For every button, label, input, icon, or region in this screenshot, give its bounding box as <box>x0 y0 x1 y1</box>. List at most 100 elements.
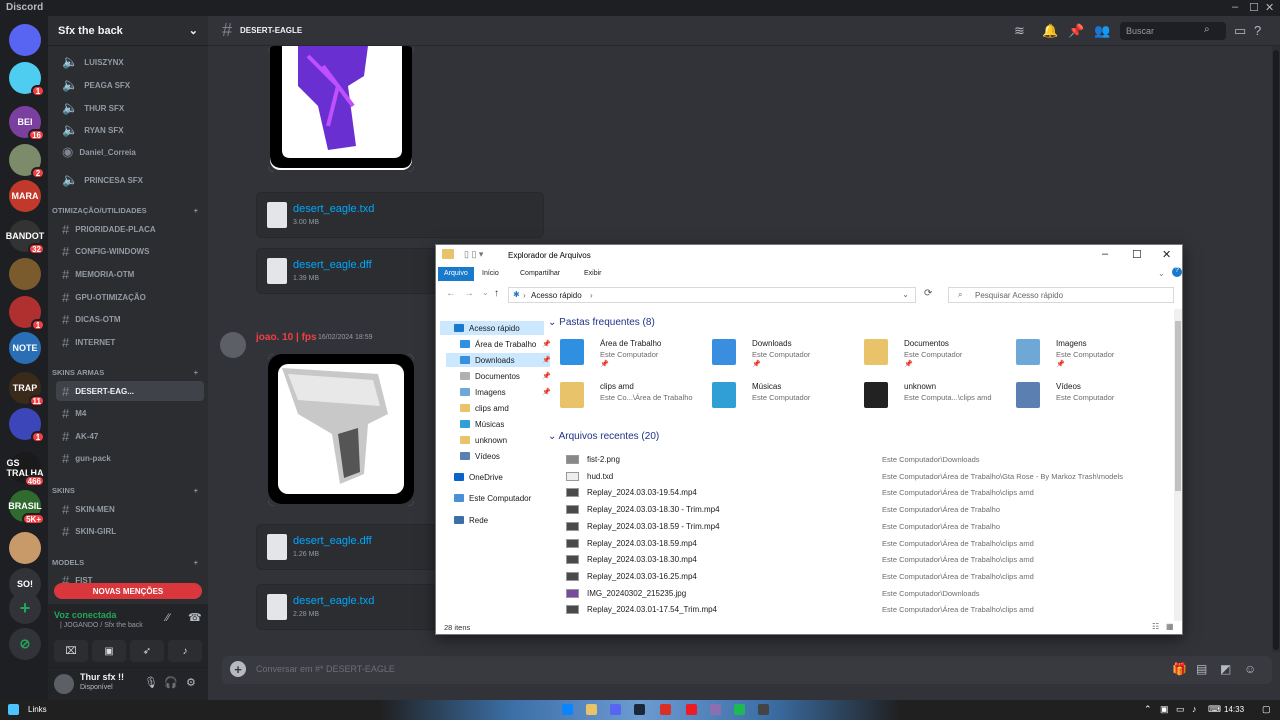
emoji-icon[interactable]: ☺ <box>1244 662 1256 676</box>
channel-item[interactable]: ◉ Daniel_Correia <box>56 142 204 162</box>
nav-pane-item[interactable]: clips amd <box>446 401 550 415</box>
channel-item[interactable]: # CONFIG-WINDOWS <box>56 242 204 262</box>
frequent-folder-tile[interactable]: unknown Este Computa...\clips amd <box>850 380 1000 418</box>
server-icon[interactable]: BEI 16 <box>9 106 45 141</box>
file-explorer-icon[interactable] <box>586 704 597 715</box>
desert-eagle-skin-image-2[interactable] <box>268 354 414 506</box>
nav-pane-item[interactable]: Downloads 📌 <box>446 353 551 367</box>
microphone-icon[interactable]: 🎙 <box>144 676 158 689</box>
tiles-view-icon[interactable]: ▦ <box>1166 622 1174 631</box>
explore-icon[interactable]: ⊘ <box>9 628 41 660</box>
refresh-icon[interactable]: ⟳ <box>924 288 932 299</box>
channel-category[interactable]: SKINS ARMAS + <box>52 368 204 377</box>
channel-category[interactable]: SKINS + <box>52 486 204 495</box>
plus-icon[interactable]: + <box>194 368 198 377</box>
links-toolbar[interactable]: Links <box>28 705 47 714</box>
server-icon[interactable]: GS TRALHA 466 <box>7 452 45 487</box>
sticker-icon[interactable]: ◩ <box>1220 662 1231 676</box>
server-icon[interactable] <box>9 258 41 290</box>
windows-start-icon[interactable] <box>8 704 19 715</box>
nav-pane-item[interactable]: Músicas <box>446 417 550 431</box>
nav-pane-item[interactable]: Este Computador <box>440 491 544 505</box>
address-bar[interactable]: ✱ › Acesso rápido › ⌄ <box>508 287 916 303</box>
nav-pane-item[interactable]: OneDrive <box>440 470 544 484</box>
inbox-icon[interactable]: ▭ <box>1234 23 1246 39</box>
server-icon[interactable]: 2 <box>9 144 45 179</box>
edge-icon[interactable] <box>562 704 573 715</box>
minimize-icon[interactable]: – <box>1102 248 1108 260</box>
nav-pane-item[interactable]: unknown <box>446 433 550 447</box>
chevron-down-icon[interactable]: ⌄ <box>1158 269 1165 278</box>
recent-file-row[interactable]: Replay_2024.03.03-18.59 - Trim.mp4 Este C… <box>562 518 1172 534</box>
back-icon[interactable]: ← <box>446 288 456 299</box>
server-icon[interactable]: BRASIL 5K+ <box>8 490 45 525</box>
tray-chevron-icon[interactable]: ⌃ <box>1144 704 1152 715</box>
soundboard-button[interactable]: ♪ <box>168 640 202 662</box>
recent-file-row[interactable]: hud.txd Este Computador\Área de Trabalho\… <box>562 468 1172 484</box>
channel-item[interactable]: 🔈 PEAGA SFX <box>56 75 204 95</box>
ribbon-tab[interactable]: Início <box>476 267 505 281</box>
nav-pane-item[interactable]: Documentos 📌 <box>446 369 551 383</box>
message-input[interactable]: Conversar em #* DESERT-EAGLE <box>256 664 395 674</box>
recent-files-header[interactable]: ⌄ Arquivos recentes (20) <box>548 431 659 442</box>
recent-file-row[interactable]: Replay_2024.03.01-17.54_Trim.mp4 Este Com… <box>562 601 1172 617</box>
recent-file-row[interactable]: fist-2.png Este Computador\Downloads <box>562 451 1172 467</box>
explorer-scrollbar[interactable] <box>1174 309 1182 621</box>
channel-item[interactable]: # AK-47 <box>56 426 204 446</box>
frequent-folder-tile[interactable]: Área de Trabalho Este Computador 📌 <box>546 337 696 375</box>
server-icon[interactable]: 1 <box>9 296 45 331</box>
channel-category[interactable]: OTIMIZAÇÃO/UTILIDADES + <box>52 206 204 215</box>
channel-item[interactable]: 🔈 LUISZYNX <box>56 52 204 72</box>
channel-item[interactable]: # INTERNET <box>56 333 204 353</box>
recent-file-row[interactable]: Replay_2024.03.03-18.30 - Trim.mp4 Este C… <box>562 501 1172 517</box>
channel-item[interactable]: # DICAS-OTM <box>56 310 204 330</box>
volume-icon[interactable]: ♪ <box>1192 704 1197 714</box>
message-composer[interactable]: + Conversar em #* DESERT-EAGLE 🎁 ▤ ◩ ☺ <box>222 656 1272 684</box>
maximize-icon[interactable]: ☐ <box>1249 1 1259 14</box>
quick-access-toolbar-icon[interactable]: ▯ ▯ ▾ <box>464 249 483 260</box>
plus-icon[interactable]: + <box>194 486 198 495</box>
chevron-down-icon[interactable]: ⌄ <box>902 290 909 299</box>
opera-icon[interactable] <box>660 704 671 715</box>
chat-scrollbar[interactable] <box>1272 46 1280 652</box>
help-icon[interactable]: ? <box>1172 267 1182 277</box>
clock[interactable]: 14:33 <box>1224 705 1244 714</box>
spotify-icon[interactable] <box>734 704 745 715</box>
app-icon[interactable] <box>758 704 769 715</box>
language-icon[interactable]: ⌨ <box>1208 704 1221 715</box>
discord-icon[interactable] <box>610 704 621 715</box>
channel-item[interactable]: 🔈 PRINCESA SFX <box>56 170 204 190</box>
frequent-folders-header[interactable]: ⌄ Pastas frequentes (8) <box>548 317 655 328</box>
nav-pane-item[interactable]: Vídeos <box>446 449 550 463</box>
file-attachment[interactable]: desert_eagle.txd 3.00 MB <box>256 192 544 238</box>
frequent-folder-tile[interactable]: Imagens Este Computador 📌 <box>1002 337 1152 375</box>
noise-icon[interactable]: ⁄⁄ <box>166 612 170 624</box>
nav-pane-item[interactable]: Imagens 📌 <box>446 385 551 399</box>
channel-category[interactable]: MODELS + <box>52 558 204 567</box>
ribbon-tab[interactable]: Arquivo <box>438 267 474 281</box>
server-header[interactable]: Sfx the back ⌄ <box>48 16 208 46</box>
screen-share-button[interactable]: ▣ <box>92 640 126 662</box>
recent-file-row[interactable]: Replay_2024.03.03-18.30.mp4 Este Computad… <box>562 551 1172 567</box>
server-icon[interactable]: 1 <box>9 408 45 443</box>
add-server-icon[interactable]: + <box>9 592 41 624</box>
server-icon[interactable]: NOTE <box>9 332 41 364</box>
message-author[interactable]: joao. 10 | fps <box>256 332 317 343</box>
channel-item[interactable]: 🔈 THUR SFX <box>56 98 204 118</box>
ribbon-tab[interactable]: Exibir <box>578 267 608 281</box>
channel-item[interactable]: # MEMORIA-OTM <box>56 264 204 284</box>
steam-icon[interactable] <box>634 704 645 715</box>
network-icon[interactable]: ▭ <box>1176 704 1185 715</box>
nav-pane-item[interactable]: Acesso rápido <box>440 321 544 335</box>
plus-icon[interactable]: + <box>194 206 198 215</box>
channel-item[interactable]: # GPU-OTIMIZAÇÃO <box>56 287 204 307</box>
server-icon[interactable]: TRAP 11 <box>9 372 45 407</box>
headphones-icon[interactable]: 🎧 <box>164 676 178 689</box>
tray-app-icon[interactable]: ▣ <box>1160 704 1169 715</box>
channel-item[interactable]: # gun-pack <box>56 449 204 469</box>
plus-icon[interactable]: + <box>230 661 246 677</box>
forward-icon[interactable]: → <box>464 288 474 299</box>
search-input[interactable]: Buscar <box>1120 22 1226 40</box>
frequent-folder-tile[interactable]: Vídeos Este Computador <box>1002 380 1152 418</box>
notifications-icon[interactable]: ▢ <box>1262 704 1271 715</box>
